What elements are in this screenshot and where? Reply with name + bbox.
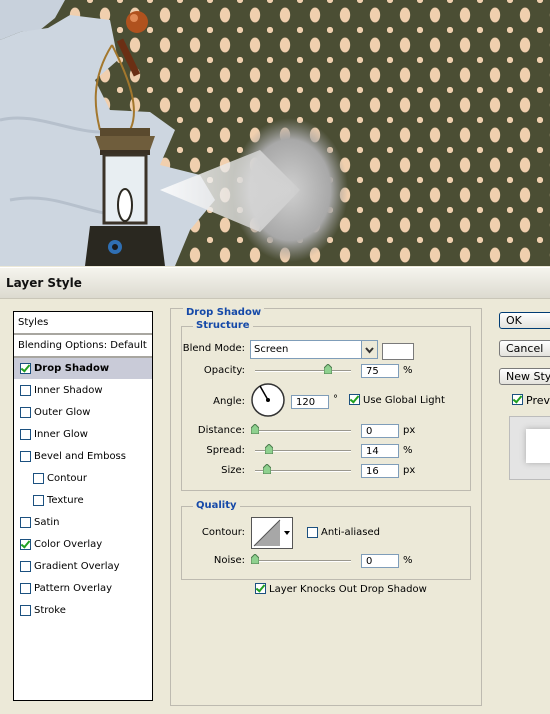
style-item-checkbox[interactable] [33, 495, 44, 506]
new-style-button[interactable]: New Style... [499, 368, 550, 385]
distance-field[interactable]: 0 [361, 424, 399, 438]
style-item-stroke[interactable]: Stroke [14, 600, 152, 621]
style-item-checkbox[interactable] [20, 539, 31, 550]
size-slider-thumb[interactable] [263, 464, 271, 474]
style-item-checkbox[interactable] [20, 561, 31, 572]
cancel-button[interactable]: Cancel [499, 340, 550, 357]
lantern-artwork [0, 0, 348, 266]
quality-group [181, 506, 471, 580]
angle-field[interactable]: 120 [291, 395, 329, 409]
drop-shadow-panel: Drop Shadow Structure Blend Mode: Screen… [170, 307, 482, 706]
chevron-down-icon [361, 341, 377, 358]
style-item-outer-glow[interactable]: Outer Glow [14, 402, 152, 423]
style-item-checkbox[interactable] [20, 583, 31, 594]
style-item-label: Gradient Overlay [34, 561, 120, 572]
styles-list-header[interactable]: Styles [14, 312, 152, 335]
noise-label: Noise: [213, 555, 245, 566]
style-item-drop-shadow[interactable]: Drop Shadow [14, 358, 152, 379]
style-item-pattern-overlay[interactable]: Pattern Overlay [14, 578, 152, 599]
spread-label: Spread: [206, 445, 245, 456]
style-item-texture[interactable]: Texture [14, 490, 152, 511]
preview-checkbox[interactable] [512, 394, 523, 405]
style-item-label: Color Overlay [34, 539, 103, 550]
style-item-color-overlay[interactable]: Color Overlay [14, 534, 152, 555]
style-item-inner-shadow[interactable]: Inner Shadow [14, 380, 152, 401]
size-label: Size: [221, 465, 245, 476]
size-field[interactable]: 16 [361, 464, 399, 478]
distance-unit: px [403, 425, 416, 436]
anti-aliased-label: Anti-aliased [321, 527, 381, 538]
noise-slider-thumb[interactable] [251, 554, 259, 564]
opacity-field[interactable]: 75 [361, 364, 399, 378]
anti-aliased-checkbox[interactable] [307, 527, 318, 538]
dialog-titlebar[interactable]: Layer Style [0, 268, 550, 299]
style-item-checkbox[interactable] [20, 605, 31, 616]
style-item-gradient-overlay[interactable]: Gradient Overlay [14, 556, 152, 577]
structure-title: Structure [193, 320, 253, 331]
style-item-bevel-and-emboss[interactable]: Bevel and Emboss [14, 446, 152, 467]
style-item-satin[interactable]: Satin [14, 512, 152, 533]
opacity-label: Opacity: [203, 365, 245, 376]
angle-unit: ° [333, 394, 338, 405]
blend-mode-select[interactable]: Screen [250, 340, 378, 359]
contour-picker[interactable] [251, 517, 293, 549]
style-item-label: Contour [47, 473, 87, 484]
blending-options-item[interactable]: Blending Options: Default [14, 335, 152, 358]
style-item-checkbox[interactable] [20, 451, 31, 462]
distance-slider-thumb[interactable] [251, 424, 259, 434]
layer-knocks-out-label: Layer Knocks Out Drop Shadow [269, 584, 427, 595]
distance-label: Distance: [197, 425, 245, 436]
opacity-slider-thumb[interactable] [324, 364, 332, 374]
style-item-checkbox[interactable] [20, 407, 31, 418]
style-item-checkbox[interactable] [33, 473, 44, 484]
styles-list: Styles Blending Options: Default Drop Sh… [13, 311, 153, 701]
layer-style-dialog: Layer Style Styles Blending Options: Def… [0, 267, 550, 714]
spread-field[interactable]: 14 [361, 444, 399, 458]
document-canvas [0, 0, 550, 266]
quality-title: Quality [193, 500, 240, 511]
use-global-light-label: Use Global Light [363, 395, 445, 406]
angle-label: Angle: [213, 396, 245, 407]
style-item-checkbox[interactable] [20, 517, 31, 528]
spread-slider-thumb[interactable] [265, 444, 273, 454]
style-item-checkbox[interactable] [20, 363, 31, 374]
style-item-label: Drop Shadow [34, 363, 110, 374]
style-item-label: Texture [47, 495, 84, 506]
spread-unit: % [403, 445, 413, 456]
style-item-checkbox[interactable] [20, 429, 31, 440]
style-item-label: Bevel and Emboss [34, 451, 126, 462]
opacity-unit: % [403, 365, 413, 376]
dialog-title: Layer Style [6, 276, 82, 290]
style-item-label: Satin [34, 517, 60, 528]
style-item-label: Outer Glow [34, 407, 91, 418]
size-unit: px [403, 465, 416, 476]
noise-unit: % [403, 555, 413, 566]
ok-button[interactable]: OK [499, 312, 550, 329]
noise-field[interactable]: 0 [361, 554, 399, 568]
style-item-label: Inner Shadow [34, 385, 103, 396]
opacity-slider-track[interactable] [255, 370, 351, 372]
layer-knocks-out-checkbox[interactable] [255, 583, 266, 594]
distance-slider-track[interactable] [255, 430, 351, 432]
use-global-light-checkbox[interactable] [349, 394, 360, 405]
style-item-contour[interactable]: Contour [14, 468, 152, 489]
style-item-checkbox[interactable] [20, 385, 31, 396]
shadow-color-swatch[interactable] [382, 343, 414, 360]
angle-dial[interactable] [250, 382, 286, 421]
preview-label: Preview [526, 394, 550, 407]
contour-label: Contour: [201, 527, 245, 538]
style-item-label: Stroke [34, 605, 66, 616]
contour-curve-icon [253, 519, 290, 547]
style-item-inner-glow[interactable]: Inner Glow [14, 424, 152, 445]
style-item-label: Pattern Overlay [34, 583, 113, 594]
style-preview-thumbnail [509, 416, 550, 480]
section-title: Drop Shadow [183, 307, 265, 318]
noise-slider-track[interactable] [255, 560, 351, 562]
blend-mode-label: Blend Mode: [182, 343, 245, 354]
style-item-label: Inner Glow [34, 429, 88, 440]
